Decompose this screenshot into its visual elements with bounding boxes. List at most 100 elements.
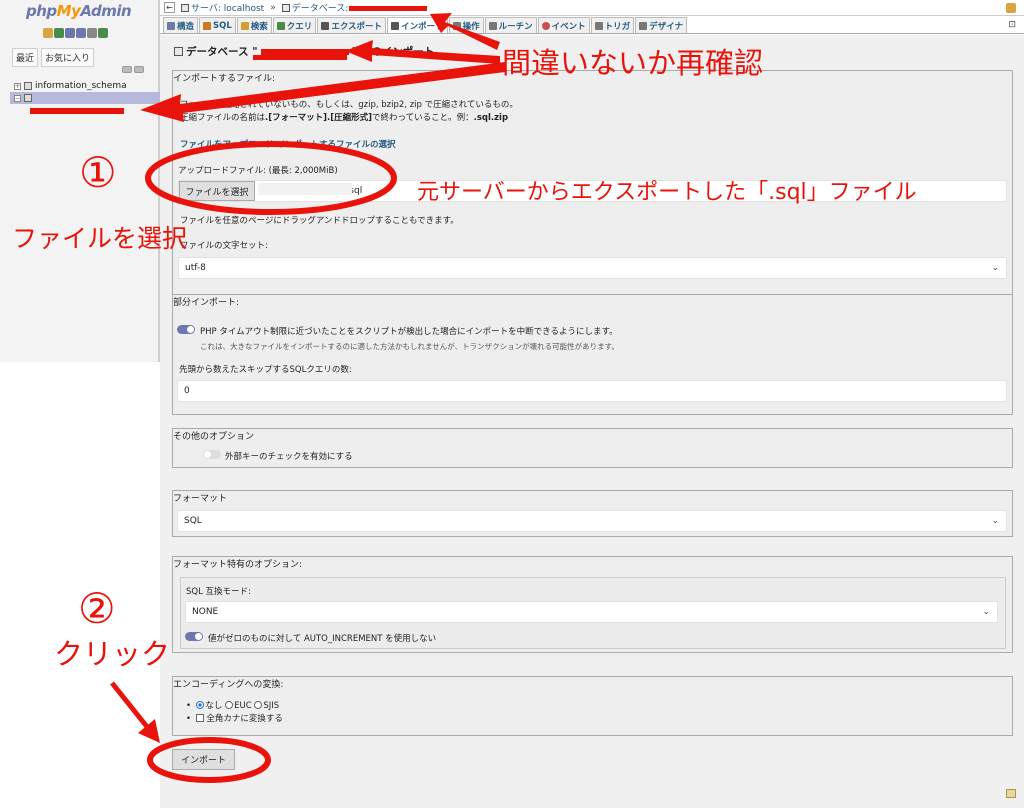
format-section: フォーマット SQL ⌄: [172, 490, 1013, 537]
expand-icon[interactable]: −: [14, 94, 21, 102]
tab-export[interactable]: エクスポート: [317, 17, 387, 33]
step2-label: クリック: [54, 637, 171, 671]
timeout-note: これは、大きなファイルをインポートするのに適した方法かもしれませんが、トランザク…: [200, 342, 619, 351]
confirm-annotation: 間違いないか再確認: [502, 46, 764, 80]
chevron-down-icon: ⌄: [982, 607, 990, 617]
search-icon: [240, 21, 249, 30]
tab-search[interactable]: 検索: [236, 17, 272, 33]
expand-icon[interactable]: +: [14, 82, 21, 90]
wrench-icon: [452, 21, 461, 30]
tab-structure[interactable]: 構造: [163, 17, 199, 33]
database-icon: [24, 82, 32, 90]
skip-queries-label: 先頭から数えたスキップするSQLクエリの数:: [179, 365, 352, 375]
section-legend: フォーマット: [173, 494, 228, 504]
home-icon[interactable]: [43, 28, 53, 38]
back-arrow-icon[interactable]: ←: [164, 2, 175, 13]
radio-euc[interactable]: [225, 701, 234, 709]
collapse-all-icon[interactable]: [122, 66, 132, 73]
breadcrumb-separator: »: [270, 2, 276, 13]
tree-item-information-schema[interactable]: + information_schema: [14, 80, 160, 92]
compat-mode-select[interactable]: NONE ⌄: [185, 601, 998, 623]
auto-increment-toggle[interactable]: [185, 632, 203, 641]
compat-mode-label: SQL 互換モード:: [186, 587, 251, 597]
database-icon: [281, 4, 290, 12]
other-options-section: その他のオプション 外部キーのチェックを有効にする: [172, 428, 1013, 468]
breadcrumb-server[interactable]: サーバ: localhost: [181, 1, 264, 14]
import-page: データベース " " へのインポート インポートするファイル: ファイルは圧縮さ…: [160, 35, 1024, 808]
export-icon: [321, 21, 330, 30]
query-icon: [276, 21, 285, 30]
exit-icon[interactable]: [54, 28, 64, 38]
database-tree: + information_schema −: [10, 80, 160, 104]
step2-number: ②: [78, 584, 116, 633]
tab-routines[interactable]: ルーチン: [484, 17, 537, 33]
tab-triggers[interactable]: トリガ: [590, 17, 635, 33]
skip-queries-input[interactable]: 0: [177, 380, 1007, 402]
clock-icon: [541, 21, 550, 30]
tab-sql[interactable]: SQL: [199, 17, 236, 33]
foreign-key-toggle[interactable]: [203, 450, 221, 459]
section-legend: エンコーディングへの変換:: [173, 680, 284, 690]
tab-query[interactable]: クエリ: [272, 17, 317, 33]
sql-options-box: SQL 互換モード: NONE ⌄ 値がゼロのものに対して AUTO_INCRE…: [180, 577, 1006, 649]
encoding-section: エンコーディングへの変換: • なし EUC SJIS • 全角カナに変換する: [172, 676, 1013, 736]
trigger-icon: [594, 21, 603, 30]
choose-file-button[interactable]: ファイルを選択: [179, 181, 255, 201]
docs-icon[interactable]: [76, 28, 86, 38]
settings-icon[interactable]: [87, 28, 97, 38]
chosen-file-name: zu.sql: [336, 186, 363, 196]
tab-designer[interactable]: デザイナ: [635, 17, 687, 33]
reload-icon[interactable]: [98, 28, 108, 38]
partial-import-section: 部分インポート: PHP タイムアウト制限に近づいたことをスクリプトが検出した場…: [172, 294, 1013, 415]
tab-import[interactable]: インポート: [387, 17, 448, 33]
quick-links: [43, 28, 108, 38]
breadcrumb-database[interactable]: データベース:: [281, 1, 348, 14]
import-icon: [174, 47, 183, 56]
tab-favorites[interactable]: お気に入り: [41, 48, 95, 67]
kana-option: • 全角カナに変換する: [186, 714, 283, 724]
timeout-label: PHP タイムアウト制限に近づいたことをスクリプトが検出した場合にインポートを中…: [200, 327, 618, 337]
collapse-link-controls: [122, 66, 144, 73]
sql-file-note: 元サーバーからエクスポートした「.sql」ファイル: [417, 180, 917, 205]
section-legend: インポートするファイル:: [173, 74, 276, 84]
breadcrumb-bar: ← サーバ: localhost » データベース:: [160, 0, 1024, 16]
format-select[interactable]: SQL ⌄: [177, 510, 1007, 532]
link-icon[interactable]: [134, 66, 144, 73]
upload-file-label: アップロードファイル: (最長: 2,000MiB): [178, 166, 338, 176]
kana-checkbox[interactable]: [196, 714, 205, 722]
import-button[interactable]: インポート: [172, 749, 235, 770]
tab-recent[interactable]: 最近: [12, 48, 39, 67]
server-icon: [181, 4, 189, 12]
section-legend: フォーマット特有のオプション:: [173, 560, 303, 570]
upload-source-link[interactable]: ファイルをアップロード インポートするファイルの選択: [180, 138, 396, 150]
chevron-down-icon: ⌄: [991, 516, 999, 526]
auto-increment-label: 値がゼロのものに対して AUTO_INCREMENT を使用しない: [208, 634, 437, 644]
encoding-options: • なし EUC SJIS: [186, 701, 280, 711]
settings-gear-icon[interactable]: [1006, 3, 1016, 13]
tab-operations[interactable]: 操作: [448, 17, 484, 33]
step1-label: ファイルを選択: [12, 224, 188, 253]
section-legend: 部分インポート:: [173, 298, 240, 308]
console-icon[interactable]: [1006, 789, 1016, 798]
sql-query-icon[interactable]: [65, 28, 75, 38]
import-icon: [391, 21, 400, 30]
tree-item-selected-db[interactable]: −: [10, 92, 160, 104]
chevron-down-icon: ⌄: [991, 263, 999, 273]
phpmyadmin-logo[interactable]: phpMyAdmin: [26, 2, 132, 20]
format-options-section: フォーマット特有のオプション: SQL 互換モード: NONE ⌄ 値がゼロのも…: [172, 556, 1013, 653]
redacted-db-name: [260, 48, 349, 55]
foreign-key-label: 外部キーのチェックを有効にする: [225, 452, 353, 462]
routine-icon: [488, 21, 497, 30]
menu-collapse-icon[interactable]: ⊡: [1008, 20, 1016, 30]
radio-none[interactable]: [196, 701, 205, 709]
section-legend: その他のオプション: [173, 432, 255, 442]
compression-description: ファイルは圧縮されていないもの、もしくは、gzip, bzip2, zip で圧…: [180, 100, 518, 110]
charset-select[interactable]: utf-8 ⌄: [178, 257, 1007, 279]
tree-item-label: information_schema: [35, 81, 127, 91]
sql-icon: [203, 21, 212, 30]
timeout-toggle[interactable]: [177, 325, 195, 334]
radio-sjis[interactable]: [254, 701, 263, 709]
filename-rule: 圧縮ファイルの名前は.[フォーマット].[圧縮形式]で終わっていること。例：.s…: [180, 113, 509, 123]
structure-icon: [167, 21, 175, 30]
tab-events[interactable]: イベント: [537, 17, 590, 33]
